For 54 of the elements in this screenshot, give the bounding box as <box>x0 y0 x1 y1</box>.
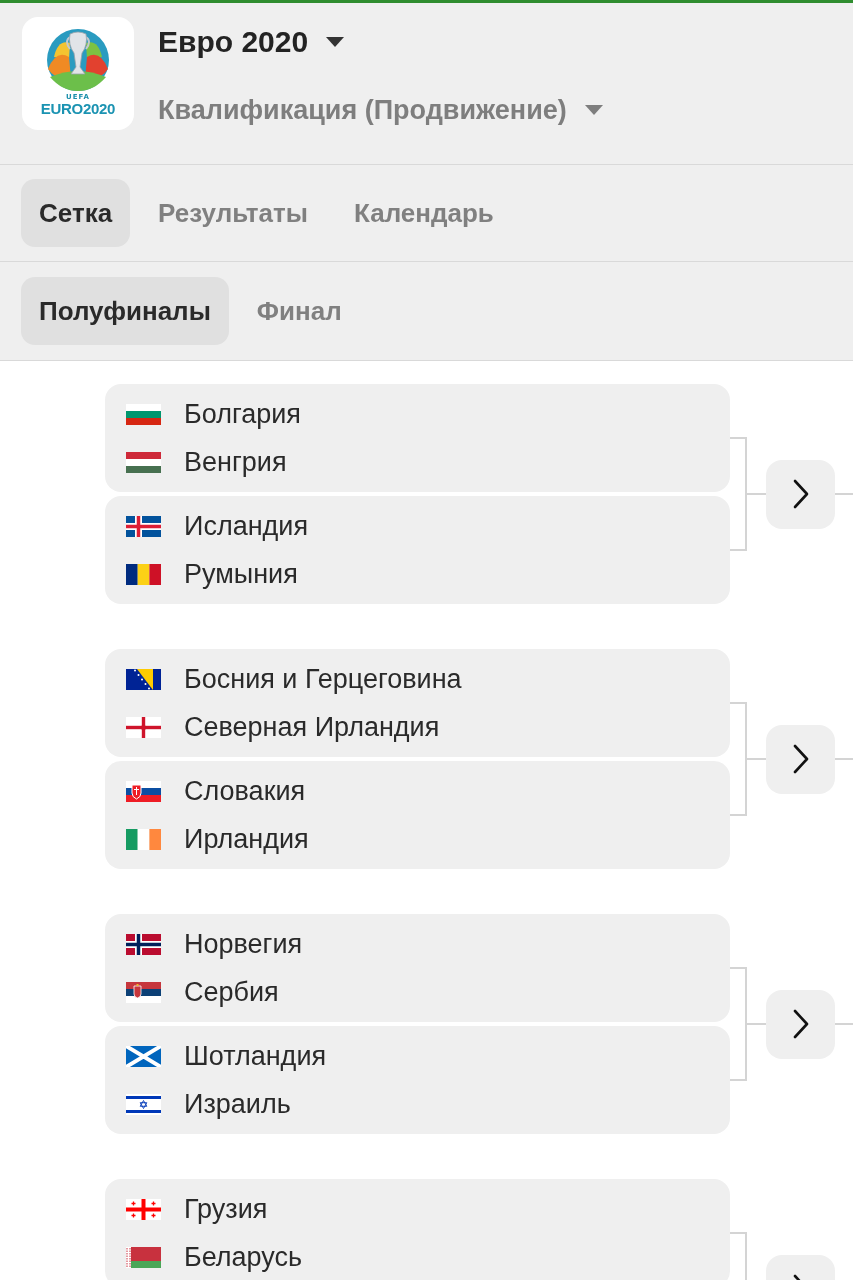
match-card[interactable]: Норвегия Сербия <box>105 914 730 1022</box>
next-round-button[interactable] <box>766 724 835 794</box>
connector-line <box>835 758 853 760</box>
flag-icon <box>126 981 161 1003</box>
flag-icon <box>126 716 161 738</box>
tab[interactable]: Сетка <box>21 179 131 247</box>
team-name: Норвегия <box>184 928 303 961</box>
flag-icon <box>126 828 161 850</box>
next-round-button[interactable] <box>766 459 835 529</box>
team-name: Грузия <box>184 1193 268 1226</box>
team-name: Израиль <box>184 1088 291 1121</box>
team-name: Словакия <box>184 775 306 808</box>
team-name: Ирландия <box>184 823 309 856</box>
team-name: Венгрия <box>184 446 287 479</box>
match-card[interactable]: Словакия Ирландия <box>105 761 730 869</box>
match-card[interactable]: Грузия Беларусь <box>105 1179 730 1280</box>
flag-icon <box>126 1093 161 1115</box>
connector-line <box>835 1023 853 1025</box>
match-card[interactable]: Болгария Венгрия <box>105 384 730 492</box>
flag-icon <box>126 668 161 690</box>
flag-icon <box>126 515 161 537</box>
connector-line <box>747 1023 766 1025</box>
connector-line <box>747 493 766 495</box>
chevron-right-icon <box>792 479 809 509</box>
caret-icon <box>584 105 603 115</box>
flag-icon <box>126 780 161 802</box>
next-round-button[interactable] <box>766 989 835 1059</box>
team-name: Сербия <box>184 976 279 1009</box>
chevron-right-icon <box>792 1009 809 1039</box>
team-name: Беларусь <box>184 1241 303 1274</box>
round-tab[interactable]: Полуфиналы <box>21 277 229 345</box>
chevron-right-icon <box>792 744 809 774</box>
match-card[interactable]: Шотландия Израиль <box>105 1026 730 1134</box>
team-name: Болгария <box>184 398 301 431</box>
logo-wordmark: EURO2020 <box>40 101 116 117</box>
team-name: Исландия <box>184 510 309 543</box>
match-card[interactable]: Босния и Герцеговина Северная Ирландия <box>105 649 730 757</box>
flag-icon <box>126 403 161 425</box>
connector-line <box>747 758 766 760</box>
flag-icon <box>126 563 161 585</box>
team-name: Румыния <box>184 558 298 591</box>
connector-line <box>835 493 853 495</box>
flag-icon <box>126 1198 161 1220</box>
caret-icon <box>326 37 345 47</box>
flag-icon <box>126 451 161 473</box>
team-name: Босния и Герцеговина <box>184 663 462 696</box>
team-name: Северная Ирландия <box>184 711 440 744</box>
stage-selector[interactable]: Квалификация (Продвижение) <box>158 90 603 130</box>
tournament-selector[interactable]: Евро 2020 <box>158 17 345 67</box>
match-card[interactable]: Исландия Румыния <box>105 496 730 604</box>
flag-icon <box>126 1045 161 1067</box>
team-name: Шотландия <box>184 1040 327 1073</box>
flag-icon <box>126 1246 161 1268</box>
flag-icon <box>126 933 161 955</box>
